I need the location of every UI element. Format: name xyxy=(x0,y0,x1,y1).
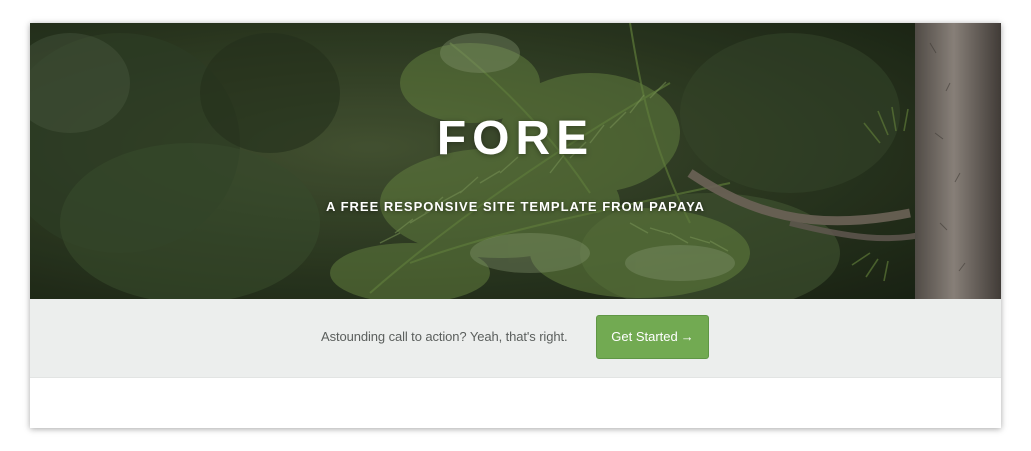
call-to-action-text: Astounding call to action? Yeah, that's … xyxy=(321,329,568,344)
page-frame: FORE A FREE RESPONSIVE SITE TEMPLATE FRO… xyxy=(30,23,1001,428)
arrow-right-icon: → xyxy=(680,329,694,344)
call-to-action-band: Astounding call to action? Yeah, that's … xyxy=(30,299,1001,378)
get-started-label: Get Started xyxy=(611,329,678,344)
hero-title: FORE xyxy=(436,112,595,165)
hero-subtitle: A FREE RESPONSIVE SITE TEMPLATE FROM PAP… xyxy=(326,199,705,214)
hero-banner: FORE A FREE RESPONSIVE SITE TEMPLATE FRO… xyxy=(30,23,1001,299)
get-started-button[interactable]: Get Started → xyxy=(596,315,709,359)
content-area xyxy=(30,378,1001,428)
